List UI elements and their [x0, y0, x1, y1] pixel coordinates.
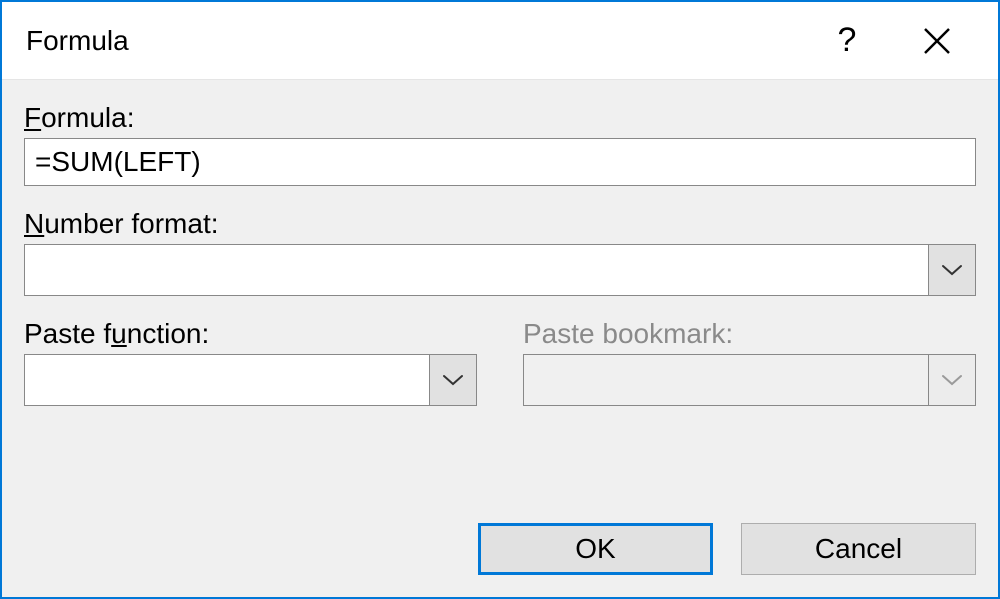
- number-format-label: Number format:: [24, 208, 976, 240]
- close-button[interactable]: [892, 2, 982, 80]
- dialog-body: Formula: Number format: Paste function:: [2, 80, 998, 523]
- ok-button[interactable]: OK: [478, 523, 713, 575]
- help-button[interactable]: ?: [802, 2, 892, 80]
- help-icon: ?: [838, 21, 857, 60]
- paste-bookmark-col: Paste bookmark:: [523, 318, 976, 406]
- paste-function-dropdown-button[interactable]: [429, 354, 477, 406]
- formula-label: Formula:: [24, 102, 976, 134]
- chevron-down-icon: [941, 374, 963, 386]
- paste-bookmark-combo: [523, 354, 976, 406]
- number-format-combo[interactable]: [24, 244, 976, 296]
- paste-bookmark-label: Paste bookmark:: [523, 318, 976, 350]
- paste-function-value[interactable]: [24, 354, 429, 406]
- dialog-title: Formula: [26, 25, 802, 57]
- formula-input[interactable]: [24, 138, 976, 186]
- paste-function-label: Paste function:: [24, 318, 477, 350]
- chevron-down-icon: [442, 374, 464, 386]
- paste-row: Paste function: Paste bookmark:: [24, 318, 976, 406]
- paste-function-combo[interactable]: [24, 354, 477, 406]
- dialog-button-row: OK Cancel: [2, 523, 998, 597]
- number-format-value[interactable]: [24, 244, 928, 296]
- close-icon: [923, 27, 951, 55]
- paste-bookmark-dropdown-button: [928, 354, 976, 406]
- titlebar: Formula ?: [2, 2, 998, 80]
- paste-bookmark-value: [523, 354, 928, 406]
- cancel-button[interactable]: Cancel: [741, 523, 976, 575]
- chevron-down-icon: [941, 264, 963, 276]
- paste-function-col: Paste function:: [24, 318, 477, 406]
- number-format-dropdown-button[interactable]: [928, 244, 976, 296]
- formula-dialog: Formula ? Formula: Number format:: [0, 0, 1000, 599]
